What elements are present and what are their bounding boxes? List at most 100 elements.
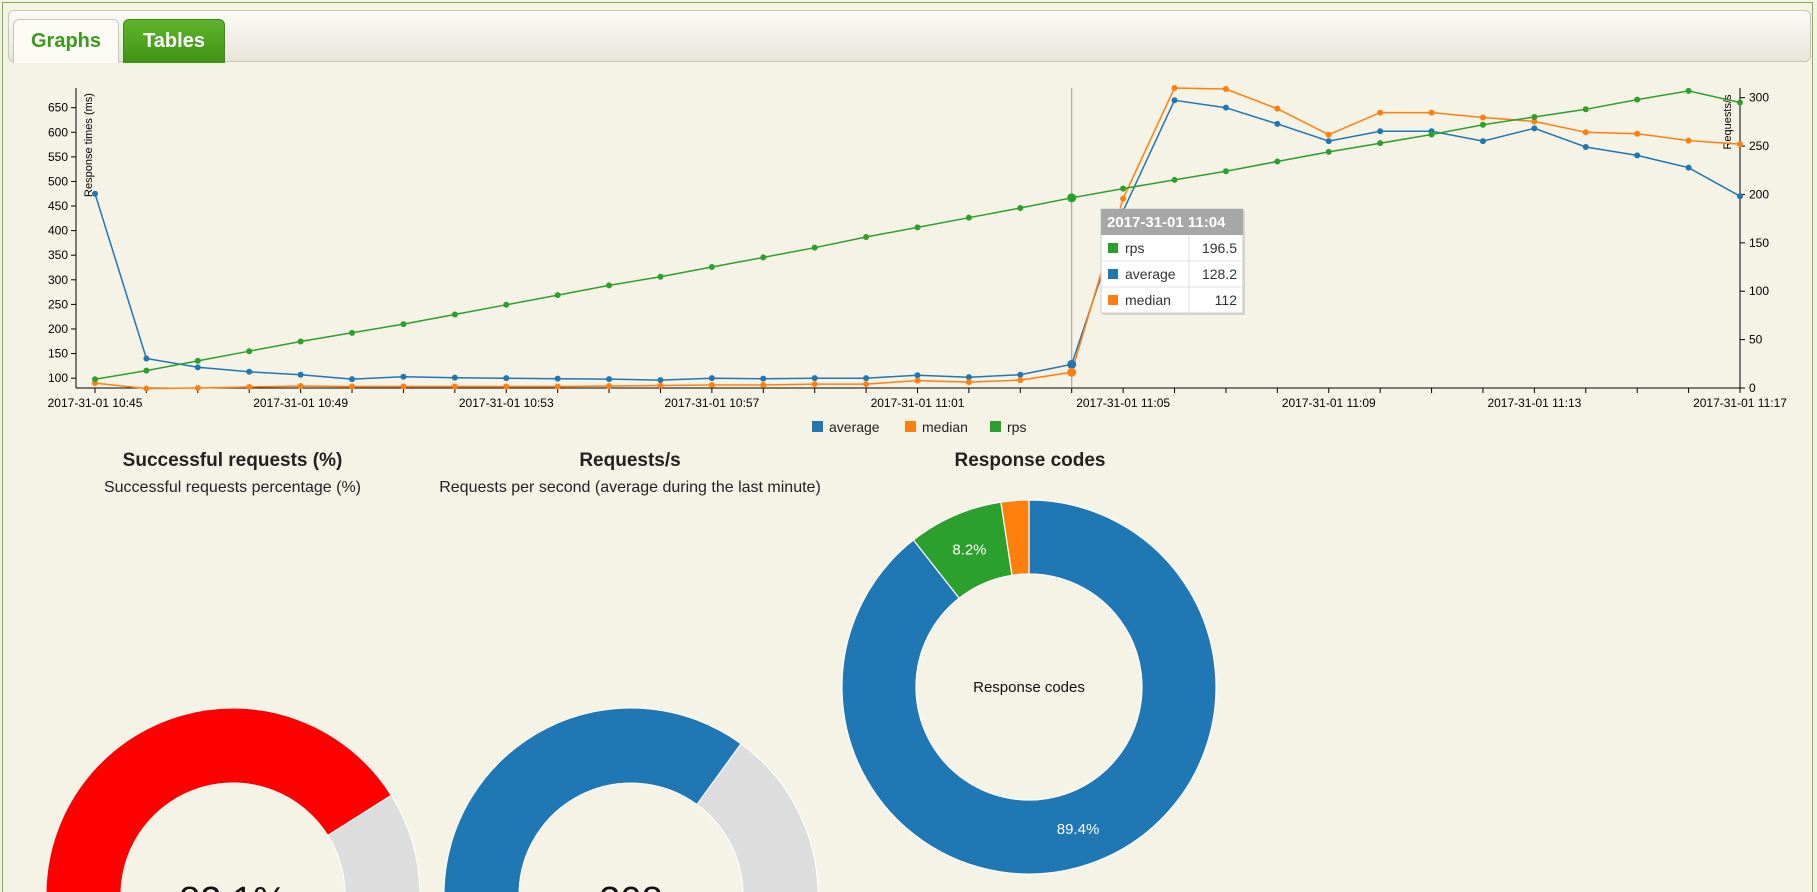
data-point-rps[interactable]: [92, 376, 98, 383]
data-point-average[interactable]: [503, 375, 510, 382]
data-point-average[interactable]: [811, 375, 818, 382]
success-chart-title: Successful requests (%): [122, 450, 343, 471]
data-point-average[interactable]: [400, 373, 407, 380]
data-point-rps[interactable]: [1428, 131, 1435, 138]
data-point-rps[interactable]: [708, 264, 715, 271]
data-point-rps[interactable]: [503, 301, 510, 308]
data-point-average[interactable]: [246, 368, 253, 375]
data-point-median[interactable]: [1171, 85, 1178, 91]
data-point-median[interactable]: [1120, 195, 1127, 202]
data-point-average[interactable]: [1171, 97, 1178, 104]
data-point-median[interactable]: [1017, 377, 1024, 384]
data-point-rps[interactable]: [297, 338, 304, 345]
data-point-average[interactable]: [1685, 164, 1692, 171]
data-point-rps[interactable]: [246, 348, 253, 355]
data-point-rps[interactable]: [914, 224, 921, 231]
data-point-rps[interactable]: [811, 244, 818, 251]
data-point-average[interactable]: [1325, 138, 1332, 145]
legend-item-median[interactable]: median: [905, 419, 968, 435]
data-point-average[interactable]: [760, 375, 767, 382]
data-point-rps[interactable]: [554, 292, 561, 299]
data-point-median[interactable]: [606, 383, 613, 390]
data-point-average[interactable]: [554, 375, 561, 382]
data-point-rps[interactable]: [1222, 168, 1229, 175]
data-point-rps[interactable]: [1067, 193, 1077, 203]
data-point-rps[interactable]: [863, 234, 870, 241]
data-point-median[interactable]: [143, 385, 150, 392]
data-point-median[interactable]: [554, 383, 561, 390]
data-point-rps[interactable]: [1171, 176, 1178, 183]
data-point-average[interactable]: [1274, 120, 1281, 127]
data-point-median[interactable]: [863, 381, 870, 388]
data-point-median[interactable]: [914, 377, 921, 384]
data-point-rps[interactable]: [1634, 96, 1641, 103]
data-point-average[interactable]: [349, 376, 356, 383]
rps-gauge-value-arc[interactable]: [443, 707, 742, 892]
data-point-rps[interactable]: [760, 254, 767, 261]
data-point-average[interactable]: [143, 355, 150, 362]
data-point-median[interactable]: [1479, 114, 1486, 121]
data-point-rps[interactable]: [194, 357, 201, 364]
data-point-average[interactable]: [1531, 125, 1538, 132]
data-point-average[interactable]: [914, 372, 921, 379]
data-point-median[interactable]: [1067, 367, 1077, 377]
data-point-median[interactable]: [708, 382, 715, 389]
data-point-average[interactable]: [1017, 371, 1024, 378]
data-point-average[interactable]: [1737, 193, 1743, 200]
data-point-median[interactable]: [1582, 129, 1589, 136]
data-point-median[interactable]: [657, 382, 664, 389]
data-point-rps[interactable]: [1685, 87, 1692, 94]
data-point-average[interactable]: [606, 376, 613, 383]
data-point-rps[interactable]: [1737, 99, 1743, 106]
data-point-average[interactable]: [863, 375, 870, 382]
data-point-median[interactable]: [194, 385, 201, 391]
data-point-rps[interactable]: [1582, 106, 1589, 113]
data-point-median[interactable]: [1222, 85, 1229, 92]
data-point-median[interactable]: [965, 379, 972, 386]
data-point-median[interactable]: [1737, 141, 1743, 148]
data-point-median[interactable]: [451, 383, 458, 390]
data-point-rps[interactable]: [606, 282, 613, 289]
legend-item-average[interactable]: average: [812, 419, 880, 435]
data-point-median[interactable]: [1325, 131, 1332, 138]
data-point-average[interactable]: [451, 374, 458, 381]
data-point-rps[interactable]: [965, 214, 972, 221]
data-point-median[interactable]: [400, 383, 407, 390]
data-point-median[interactable]: [1634, 130, 1641, 137]
data-point-rps[interactable]: [1531, 114, 1538, 121]
data-point-median[interactable]: [503, 383, 510, 390]
data-point-average[interactable]: [1634, 152, 1641, 159]
data-point-rps[interactable]: [400, 321, 407, 328]
data-point-rps[interactable]: [1120, 185, 1127, 192]
data-point-rps[interactable]: [1377, 140, 1384, 147]
legend-item-rps[interactable]: rps: [990, 419, 1026, 435]
data-point-median[interactable]: [1685, 137, 1692, 144]
data-point-median[interactable]: [1428, 109, 1435, 116]
data-point-rps[interactable]: [349, 329, 356, 336]
data-point-average[interactable]: [1067, 359, 1077, 369]
data-point-rps[interactable]: [1479, 121, 1486, 128]
data-point-average[interactable]: [1479, 138, 1486, 145]
data-point-rps[interactable]: [1325, 148, 1332, 155]
data-point-median[interactable]: [297, 383, 304, 390]
data-point-median[interactable]: [349, 383, 356, 390]
data-point-average[interactable]: [194, 364, 201, 371]
data-point-rps[interactable]: [451, 311, 458, 318]
data-point-average[interactable]: [708, 375, 715, 382]
data-point-average[interactable]: [297, 371, 304, 378]
data-point-rps[interactable]: [1274, 158, 1281, 165]
data-point-rps[interactable]: [657, 273, 664, 280]
data-point-average[interactable]: [657, 377, 664, 384]
data-point-rps[interactable]: [143, 367, 150, 374]
data-point-median[interactable]: [1377, 109, 1384, 116]
data-point-median[interactable]: [760, 382, 767, 389]
data-point-average[interactable]: [92, 190, 98, 197]
data-point-average[interactable]: [1582, 144, 1589, 151]
data-point-rps[interactable]: [1017, 205, 1024, 211]
data-point-average[interactable]: [1222, 104, 1229, 111]
data-point-median[interactable]: [811, 381, 818, 388]
data-point-median[interactable]: [246, 384, 253, 391]
data-point-median[interactable]: [1274, 105, 1281, 112]
data-point-average[interactable]: [1377, 128, 1384, 135]
success-gauge-value-arc[interactable]: [45, 707, 392, 892]
